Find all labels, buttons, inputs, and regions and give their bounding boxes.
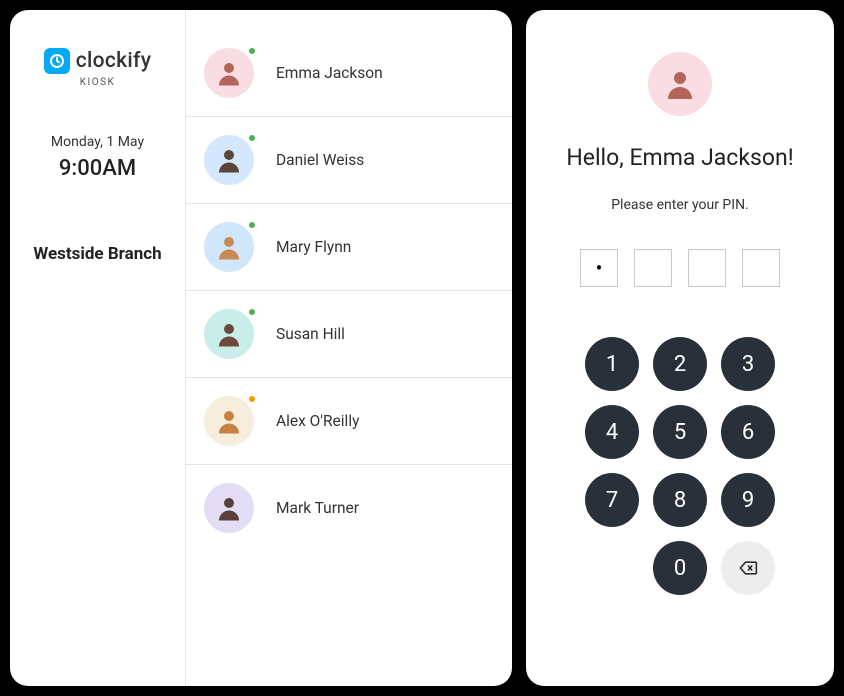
kiosk-panel: clockify KIOSK Monday, 1 May 9:00AM West… bbox=[10, 10, 512, 686]
keypad-key-2[interactable]: 2 bbox=[653, 337, 707, 391]
employee-name: Daniel Weiss bbox=[276, 151, 364, 169]
employee-row[interactable]: Mary Flynn bbox=[186, 204, 512, 291]
status-dot-icon bbox=[247, 220, 257, 230]
keypad-backspace[interactable] bbox=[721, 541, 775, 595]
status-dot-icon bbox=[247, 394, 257, 404]
employee-name: Mark Turner bbox=[276, 499, 359, 517]
pin-digit[interactable]: • bbox=[580, 249, 618, 287]
avatar bbox=[204, 135, 254, 185]
sidebar: clockify KIOSK Monday, 1 May 9:00AM West… bbox=[10, 10, 186, 686]
branch-name: Westside Branch bbox=[33, 243, 161, 266]
employee-name: Emma Jackson bbox=[276, 64, 383, 82]
pin-panel: Hello, Emma Jackson! Please enter your P… bbox=[526, 10, 834, 686]
keypad-key-6[interactable]: 6 bbox=[721, 405, 775, 459]
employee-name: Mary Flynn bbox=[276, 238, 351, 256]
avatar-image bbox=[204, 135, 254, 185]
keypad: 123 456 7890 bbox=[585, 337, 775, 595]
app-logo: clockify bbox=[44, 48, 152, 74]
employee-row[interactable]: Daniel Weiss bbox=[186, 117, 512, 204]
avatar bbox=[204, 309, 254, 359]
pin-digit[interactable] bbox=[634, 249, 672, 287]
logo-text: clockify bbox=[76, 49, 152, 73]
employee-row[interactable]: Emma Jackson bbox=[186, 30, 512, 117]
keypad-key-1[interactable]: 1 bbox=[585, 337, 639, 391]
pin-input: • bbox=[580, 249, 780, 287]
avatar bbox=[204, 396, 254, 446]
employee-name: Alex O'Reilly bbox=[276, 412, 359, 430]
selected-avatar bbox=[648, 52, 712, 116]
keypad-key-8[interactable]: 8 bbox=[653, 473, 707, 527]
employee-row[interactable]: Mark Turner bbox=[186, 465, 512, 551]
status-dot-icon bbox=[247, 46, 257, 56]
keypad-key-4[interactable]: 4 bbox=[585, 405, 639, 459]
status-dot-icon bbox=[247, 307, 257, 317]
avatar bbox=[204, 483, 254, 533]
current-time: 9:00AM bbox=[59, 156, 136, 181]
avatar-image bbox=[204, 222, 254, 272]
avatar-image bbox=[204, 48, 254, 98]
avatar-image bbox=[204, 396, 254, 446]
clockify-icon bbox=[44, 48, 70, 74]
avatar-image bbox=[204, 483, 254, 533]
status-dot-icon bbox=[247, 133, 257, 143]
backspace-icon bbox=[735, 558, 761, 578]
kiosk-label: KIOSK bbox=[80, 77, 116, 88]
avatar bbox=[204, 222, 254, 272]
pin-prompt: Please enter your PIN. bbox=[611, 197, 749, 213]
employee-row[interactable]: Susan Hill bbox=[186, 291, 512, 378]
greeting-text: Hello, Emma Jackson! bbox=[566, 144, 793, 171]
current-date: Monday, 1 May bbox=[51, 134, 144, 150]
pin-digit[interactable] bbox=[742, 249, 780, 287]
employee-name: Susan Hill bbox=[276, 325, 345, 343]
keypad-key-5[interactable]: 5 bbox=[653, 405, 707, 459]
keypad-key-3[interactable]: 3 bbox=[721, 337, 775, 391]
keypad-key-7[interactable]: 7 bbox=[585, 473, 639, 527]
pin-digit[interactable] bbox=[688, 249, 726, 287]
avatar-image bbox=[204, 309, 254, 359]
employee-list: Emma Jackson Daniel Weiss Mary Flynn Susan … bbox=[186, 10, 512, 686]
employee-row[interactable]: Alex O'Reilly bbox=[186, 378, 512, 465]
keypad-key-9[interactable]: 9 bbox=[721, 473, 775, 527]
avatar bbox=[204, 48, 254, 98]
keypad-key-0[interactable]: 0 bbox=[653, 541, 707, 595]
